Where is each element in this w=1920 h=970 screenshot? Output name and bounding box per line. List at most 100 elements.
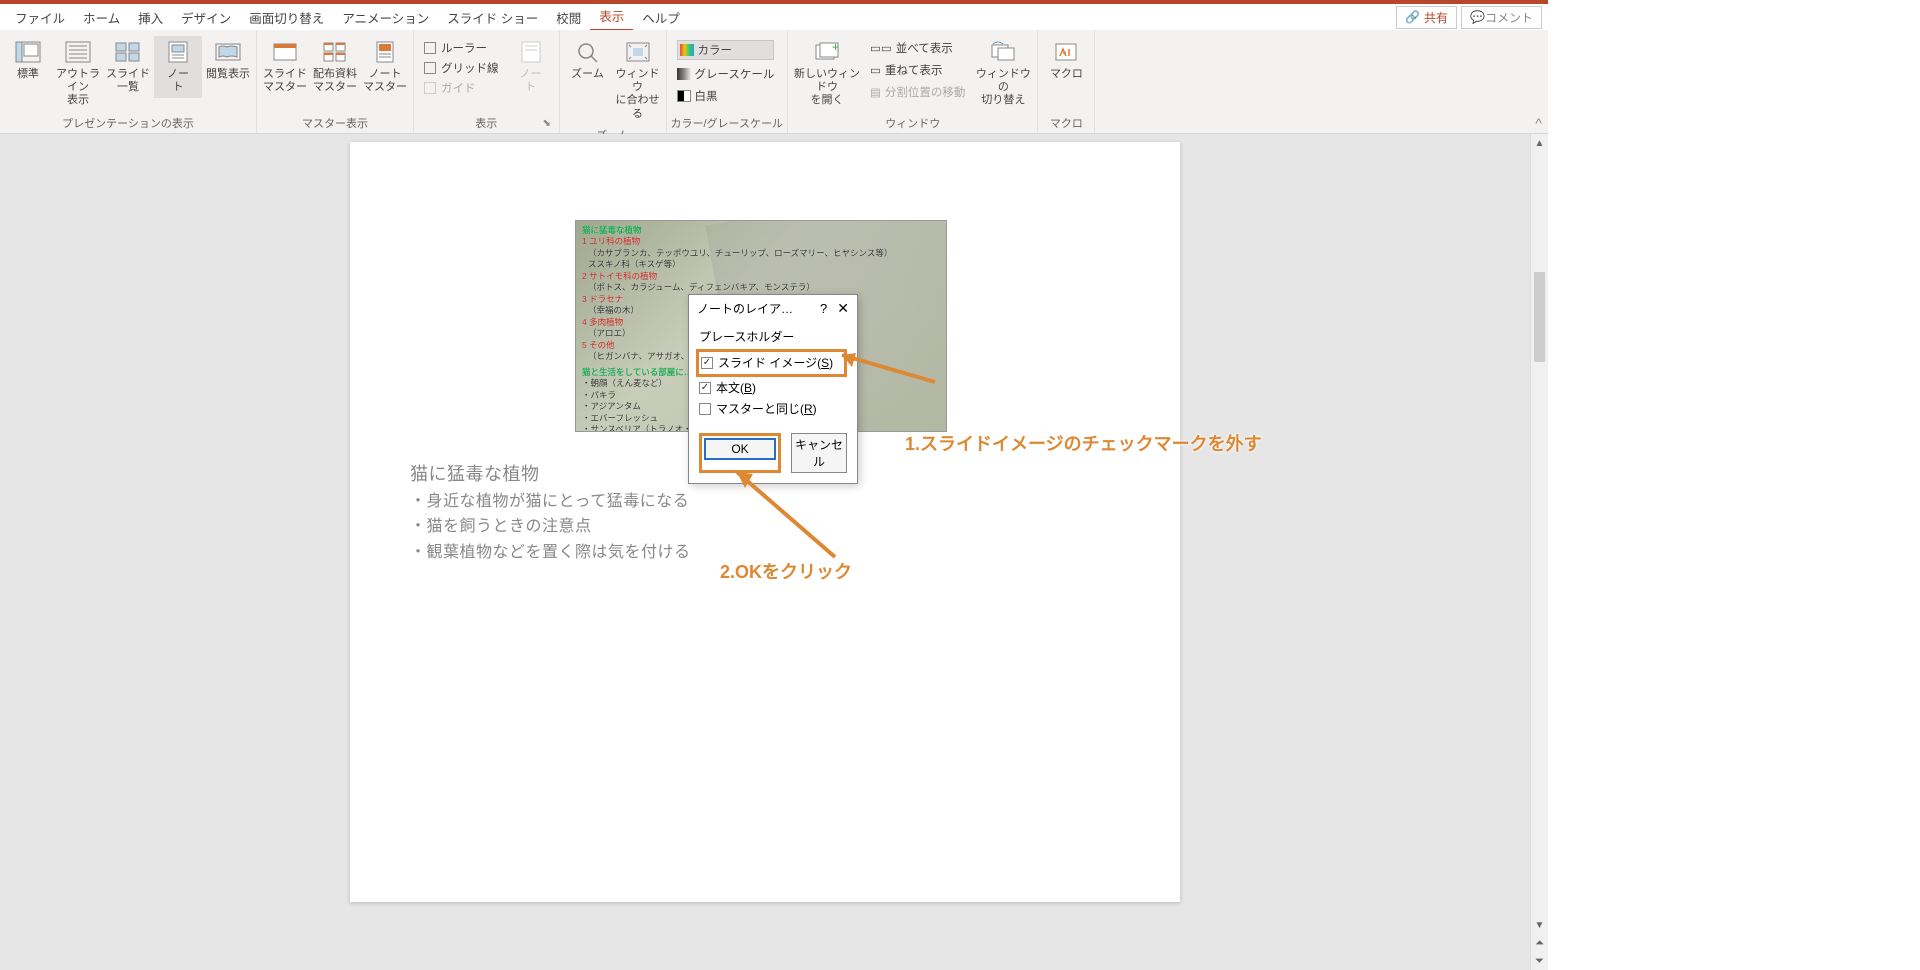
group-label-color: カラー/グレースケール [671,113,784,133]
scroll-thumb[interactable] [1534,272,1545,362]
checkbox-icon [699,382,711,394]
handout-master-icon [321,40,349,64]
color-icon [680,44,694,56]
fit-window-icon [624,40,652,64]
fit-label: ウィンドウ に合わせる [616,68,660,121]
slide-sorter-icon [114,40,142,64]
reading-view-button[interactable]: 閲覧表示 [204,36,252,85]
menu-insert[interactable]: 挿入 [129,4,172,31]
scroll-track[interactable] [1531,152,1548,916]
group-label-presentation: プレゼンテーションの表示 [4,113,252,133]
master-checkbox[interactable]: マスターと同じ(R) [699,398,847,419]
dialog-title-text: ノートのレイア… [697,300,820,317]
new-window-button[interactable]: + 新しいウィンドウ を開く [792,36,862,112]
menu-view[interactable]: 表示 [590,2,633,32]
gridlines-checkbox[interactable]: グリッド線 [424,60,499,76]
menu-home[interactable]: ホーム [74,4,129,31]
switch-windows-button[interactable]: ウィンドウの 切り替え [973,36,1033,112]
slide-image-checkbox[interactable]: スライド イメージ(S) [701,352,840,373]
group-macros: マクロ マクロ [1038,30,1095,133]
notes-page-label: ノー ト [167,68,189,94]
grayscale-button[interactable]: グレースケール [677,66,775,82]
arrange-all-button[interactable]: ▭▭ 並べて表示 [870,40,965,56]
notes-body-placeholder[interactable]: 猫に猛毒な植物 ・身近な植物が猫にとって猛毒になる ・猫を飼うときの注意点 ・観… [410,460,691,566]
group-master-views: スライド マスター 配布資料 マスター ノート マスター マスター表示 [257,30,414,133]
menu-bar: ファイル ホーム 挿入 デザイン 画面切り替え アニメーション スライド ショー… [0,4,1548,30]
group-label-show: 表示 [418,113,555,133]
macros-button[interactable]: マクロ [1042,36,1090,85]
ruler-label: ルーラー [441,40,487,56]
scroll-down-button[interactable]: ▼ [1531,916,1548,934]
new-window-icon: + [813,40,841,64]
zoom-button[interactable]: ズーム [564,36,612,85]
move-split-button: ▤分割位置の移動 [870,84,965,100]
next-slide-button[interactable]: ⏷ [1531,952,1548,970]
workspace: 猫に猛毒な植物 1 ユリ科の植物 （カサブランカ、テッポウユリ、チューリップ、ロ… [0,134,1530,970]
menu-design[interactable]: デザイン [172,4,240,31]
notes-page[interactable]: 猫に猛毒な植物 1 ユリ科の植物 （カサブランカ、テッポウユリ、チューリップ、ロ… [350,142,1180,902]
group-window: + 新しいウィンドウ を開く ▭▭ 並べて表示 ▭重ねて表示 ▤分割位置の移動 ウ… [788,30,1038,133]
comment-label: コメント [1485,9,1533,26]
bw-label: 白黒 [695,88,718,104]
color-label: カラー [698,42,733,58]
zoom-icon [574,40,602,64]
menu-review[interactable]: 校閲 [547,4,590,31]
group-label-master: マスター表示 [261,113,409,133]
scroll-up-button[interactable]: ▲ [1531,134,1548,152]
arrange-label: 並べて表示 [896,40,953,56]
dialog-titlebar[interactable]: ノートのレイア… ? ✕ [689,295,857,322]
vertical-scrollbar[interactable]: ▲ ▼ ⏶ ⏷ [1530,134,1548,970]
ok-button[interactable]: OK [704,438,776,460]
notes-page-button[interactable]: ノー ト [154,36,202,98]
switch-label: ウィンドウの 切り替え [975,68,1031,108]
new-window-label: 新しいウィンドウ を開く [794,68,860,108]
switch-windows-icon [989,40,1017,64]
group-label-macros: マクロ [1042,113,1090,133]
checkbox-icon [701,357,713,369]
reading-view-icon [214,40,242,64]
guides-checkbox: ガイド [424,80,499,96]
normal-view-button[interactable]: 標準 [4,36,52,85]
group-color: カラー グレースケール 白黒 カラー/グレースケール [667,30,789,133]
notes-title: 猫に猛毒な植物 [410,460,691,489]
share-button[interactable]: 🔗共有 [1396,6,1457,29]
handout-master-button[interactable]: 配布資料 マスター [311,36,359,98]
menu-animations[interactable]: アニメーション [333,4,438,31]
color-button[interactable]: カラー [677,40,775,60]
prev-slide-button[interactable]: ⏶ [1531,934,1548,952]
dialog-help-button[interactable]: ? [820,301,827,316]
show-dialog-launcher[interactable]: ⬊ [543,118,555,130]
ruler-checkbox[interactable]: ルーラー [424,40,499,56]
outline-view-icon [64,40,92,64]
slide-sorter-button[interactable]: スライド 一覧 [104,36,152,98]
macros-icon [1052,40,1080,64]
reading-label: 閲覧表示 [206,68,250,81]
body-checkbox[interactable]: 本文(B) [699,377,847,398]
notes-pane-icon [517,40,545,64]
arrange-icon: ▭▭ [870,41,892,55]
menu-help[interactable]: ヘルプ [633,4,689,31]
bw-button[interactable]: 白黒 [677,88,775,104]
notes-line: ・身近な植物が猫にとって猛毒になる [410,489,691,515]
comment-button[interactable]: 💬コメント [1461,6,1542,29]
menu-transitions[interactable]: 画面切り替え [240,4,333,31]
group-show: ルーラー グリッド線 ガイド ノー ト 表示 ⬊ [414,30,560,133]
fit-window-button[interactable]: ウィンドウ に合わせる [614,36,662,125]
menu-file[interactable]: ファイル [6,4,74,31]
gridlines-label: グリッド線 [441,60,499,76]
slide-master-button[interactable]: スライド マスター [261,36,309,98]
grayscale-icon [677,68,691,80]
guides-label: ガイド [441,80,476,96]
group-label-window: ウィンドウ [792,113,1033,133]
dialog-section-label: プレースホルダー [699,328,847,345]
cancel-button[interactable]: キャンセル [791,433,847,473]
macros-label: マクロ [1050,68,1083,81]
dialog-close-button[interactable]: ✕ [837,300,849,317]
outline-view-button[interactable]: アウトライン 表示 [54,36,102,112]
notes-line: ・猫を飼うときの注意点 [410,514,691,540]
collapse-ribbon-button[interactable]: ^ [1535,115,1542,131]
cascade-button[interactable]: ▭重ねて表示 [870,62,965,78]
notes-master-button[interactable]: ノート マスター [361,36,409,98]
menu-slideshow[interactable]: スライド ショー [438,4,547,31]
notes-master-label: ノート マスター [363,68,407,94]
